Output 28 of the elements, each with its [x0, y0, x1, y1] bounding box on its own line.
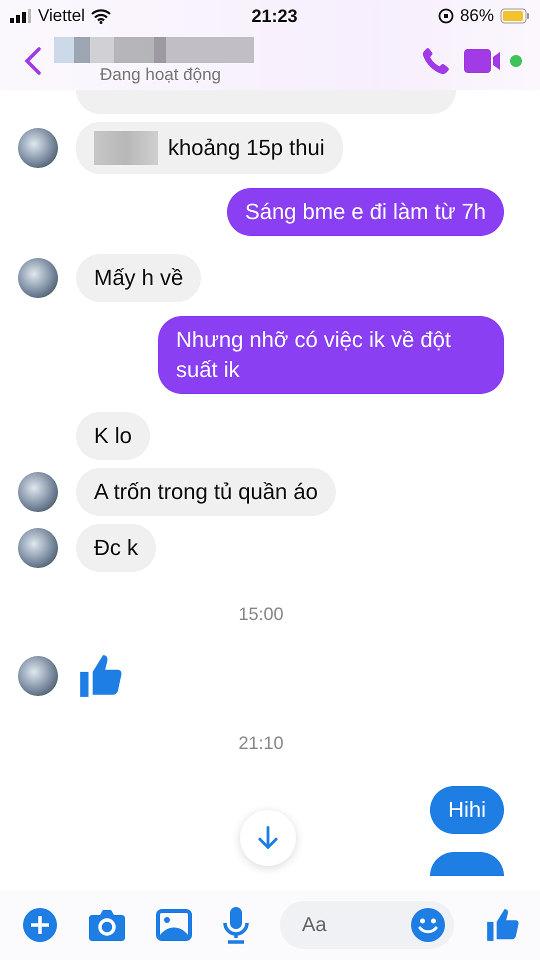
wifi-icon — [90, 8, 111, 24]
message-bubble: Hihi — [430, 786, 504, 834]
video-call-button[interactable] — [464, 47, 522, 75]
message-bubble: Mấy h về — [76, 254, 202, 302]
message-bubble: khoảng 15p thui — [76, 122, 343, 174]
camera-button[interactable] — [88, 908, 126, 942]
battery-icon — [500, 8, 530, 24]
timestamp: 21:10 — [237, 733, 285, 754]
message-bubble: Nhưng nhỡ có việc ik về đột suất ik — [158, 316, 504, 394]
active-status: Đang hoạt động — [100, 65, 221, 85]
rotation-lock-icon — [438, 8, 454, 24]
message-bubble: K lo — [76, 412, 150, 460]
gallery-button[interactable] — [156, 909, 192, 941]
message-bubble: A trốn trong tủ quần áo — [76, 468, 336, 516]
back-button[interactable] — [24, 46, 42, 76]
emoji-icon[interactable] — [410, 907, 446, 943]
carrier-name: Viettel — [38, 6, 85, 26]
timestamp: 15:00 — [237, 604, 285, 625]
message-input[interactable]: Aa — [300, 912, 410, 938]
clock-time: 21:23 — [251, 6, 298, 26]
call-button[interactable] — [420, 45, 452, 77]
battery-percent: 86% — [460, 6, 494, 26]
message-bubble: Sáng bme e đi làm từ 7h — [227, 188, 504, 236]
message-bubble: Đc k — [76, 524, 156, 572]
signal-icon — [10, 9, 32, 23]
add-button[interactable] — [22, 907, 58, 943]
microphone-button[interactable] — [222, 906, 250, 944]
message-field[interactable]: Aa — [280, 901, 454, 949]
